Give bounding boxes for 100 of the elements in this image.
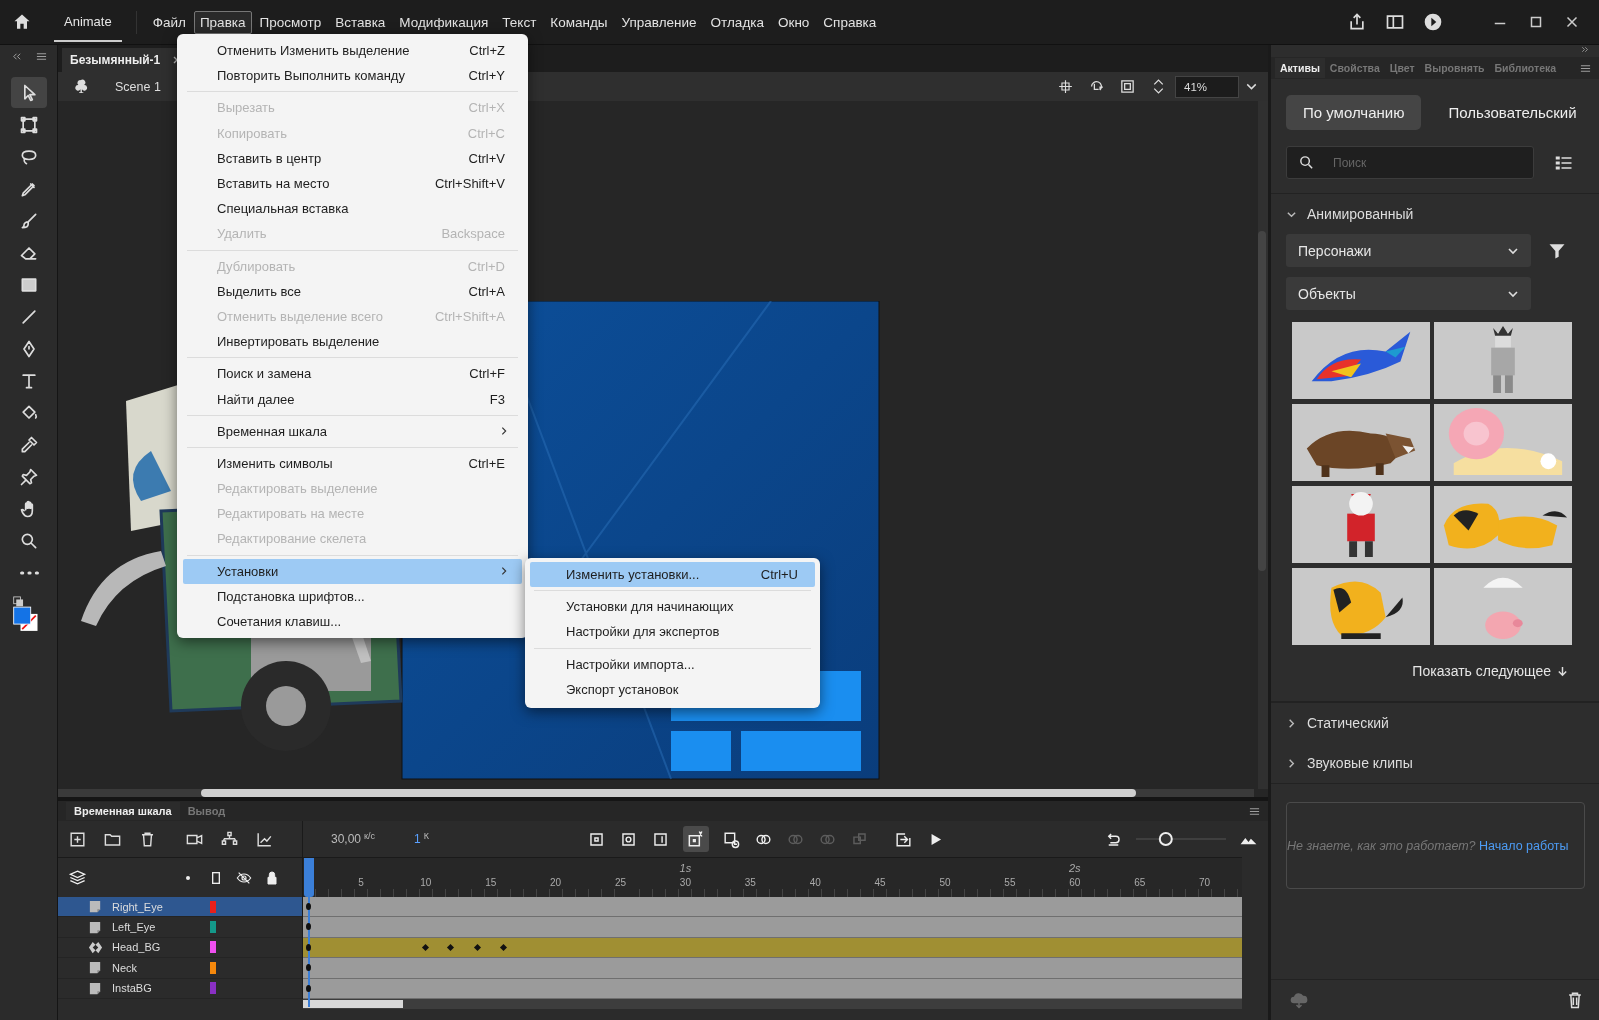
home-icon[interactable] [12, 12, 32, 32]
menu-item[interactable]: Установки для начинающих [530, 594, 815, 620]
panel-menu-icon[interactable] [1580, 62, 1591, 74]
panel-icon[interactable] [1385, 12, 1405, 32]
frame-unit: К [423, 831, 429, 841]
playhead-line[interactable] [308, 897, 310, 1007]
category-dropdown[interactable]: Персонажи [1286, 234, 1531, 267]
scrollbar-track[interactable] [58, 789, 1254, 797]
scene-name[interactable]: Scene 1 [115, 79, 161, 94]
menu-item[interactable]: Окно [772, 10, 816, 34]
lock-icon[interactable] [264, 869, 280, 886]
scrollbar-track[interactable] [1258, 101, 1268, 789]
menu-item[interactable]: Текст [496, 10, 543, 34]
share-icon[interactable] [1347, 12, 1367, 32]
tool-button[interactable] [10, 77, 47, 108]
clip-icon[interactable] [1119, 78, 1136, 95]
menu-item[interactable]: Правка [193, 10, 252, 34]
menu-item[interactable]: Файл [146, 10, 192, 34]
layer-color[interactable] [210, 982, 216, 995]
menu-item[interactable]: Подстановка шрифтов... [183, 583, 522, 609]
layer-row[interactable]: Left_Eye [58, 917, 302, 938]
menu-item[interactable]: Справка [817, 10, 883, 34]
menu-item[interactable]: Отладка [704, 10, 770, 34]
help-text: Не знаете, как это работает? [1287, 838, 1476, 853]
layer-row[interactable]: Head_BG [58, 937, 302, 959]
layer-row[interactable]: Neck [58, 958, 302, 979]
menu-item[interactable]: Установки [183, 558, 522, 584]
frame-ruler[interactable]: 1s 2s 5 10 15 20 25 30 35 40 45 50 55 60 65 70 [303, 857, 1242, 897]
menu-item[interactable]: Найти далее F3 [183, 386, 522, 412]
menu-item[interactable]: Изменить установки... Ctrl+U [530, 562, 815, 588]
layer-row[interactable]: InstaBG [58, 978, 302, 999]
menu-item[interactable]: Инвертировать выделение [183, 329, 522, 355]
keyframe-dot[interactable] [306, 964, 311, 972]
menu-item[interactable]: Экспорт установок [530, 676, 815, 702]
section-header[interactable]: Звуковые клипы [1271, 743, 1599, 783]
menu-item[interactable]: Поиск и замена Ctrl+F [183, 361, 522, 387]
layer-row[interactable]: Right_Eye [58, 897, 302, 918]
segment-button[interactable]: Пользовательский [1431, 95, 1594, 130]
arrow-down-icon [1557, 665, 1568, 677]
frame-number: 30 [679, 877, 691, 888]
slider-thumb[interactable] [1158, 832, 1173, 846]
auto-keyframe-icon[interactable] [683, 826, 710, 852]
panel-tab[interactable]: Активы [1275, 58, 1325, 78]
app-name[interactable]: Animate [54, 2, 122, 42]
crosshair-icon[interactable] [1057, 78, 1074, 95]
section-header[interactable]: Статический [1271, 703, 1599, 743]
scroll-thumb[interactable] [303, 1000, 403, 1008]
current-frame[interactable]: 1 [414, 832, 421, 846]
property-keyframe[interactable] [473, 943, 481, 951]
scroll-thumb[interactable] [1258, 231, 1266, 571]
section-header[interactable]: Анимированный [1271, 194, 1599, 234]
frame-rate[interactable]: 30,00 [331, 832, 362, 846]
get-started-link[interactable]: Начало работы [1479, 838, 1569, 853]
property-keyframe[interactable] [447, 943, 455, 951]
property-keyframe[interactable] [421, 943, 430, 951]
frame-number: 5 [358, 877, 364, 888]
menu-item[interactable]: Управление [615, 10, 703, 34]
layer-color[interactable] [210, 921, 216, 934]
layer-color[interactable] [210, 900, 216, 913]
menu-item[interactable]: Вставить в центр Ctrl+V [183, 145, 522, 171]
play-icon[interactable] [1423, 12, 1443, 32]
frame-number: 65 [1134, 877, 1146, 888]
segment-button[interactable]: По умолчанию [1286, 95, 1422, 130]
keyframe-dot[interactable] [306, 923, 311, 931]
property-keyframe[interactable] [499, 943, 507, 951]
collapse-icon[interactable] [10, 51, 22, 62]
menu-item[interactable]: Настройки импорта... [530, 651, 815, 677]
expand-icon[interactable] [1580, 45, 1589, 54]
transform-icon [18, 114, 39, 135]
cloud-download-icon[interactable] [1289, 990, 1309, 1010]
menu-item[interactable]: Выделить все Ctrl+A [183, 278, 522, 304]
category-dropdown[interactable]: Объекты [1286, 277, 1531, 310]
layer-name: Head_BG [112, 941, 162, 954]
menu-item[interactable]: Вставить на место Ctrl+Shift+V [183, 170, 522, 197]
keyframe-dot[interactable] [306, 903, 311, 910]
frame-number: 70 [1199, 877, 1211, 888]
scrollbar-track[interactable] [303, 999, 1242, 1009]
layer-color[interactable] [210, 941, 216, 954]
scroll-thumb[interactable] [201, 789, 1136, 797]
menu-item[interactable]: Модификация [393, 10, 495, 34]
menu-item[interactable]: Просмотр [253, 10, 328, 34]
panel-menu-icon[interactable] [35, 51, 47, 62]
menu-item[interactable]: Временная шкала [183, 418, 522, 444]
panel-tab[interactable]: Временная шкала [66, 802, 180, 820]
panel-menu-icon[interactable] [1249, 805, 1260, 817]
menu-item[interactable]: Настройки для экспертов [530, 619, 815, 645]
menu-item[interactable]: Специальная вставка [183, 196, 522, 222]
zoom-field[interactable]: 41% [1175, 75, 1239, 98]
layers-icon[interactable] [68, 868, 87, 887]
search-field[interactable]: Поиск [1286, 146, 1534, 179]
menu-item[interactable]: Сочетания клавиш... [183, 608, 522, 635]
club-icon[interactable] [72, 78, 89, 95]
remove-frame-icon[interactable] [722, 829, 742, 849]
menu-item[interactable]: Команды [544, 10, 614, 34]
new-layer-icon[interactable] [68, 829, 87, 849]
zoom-slider[interactable] [1136, 829, 1226, 849]
layer-color[interactable] [210, 961, 216, 974]
menu-item[interactable]: Изменить символы Ctrl+E [183, 450, 522, 476]
menu-item[interactable]: Вставка [329, 10, 392, 34]
show-more-button[interactable]: Показать следующее [1412, 663, 1551, 679]
